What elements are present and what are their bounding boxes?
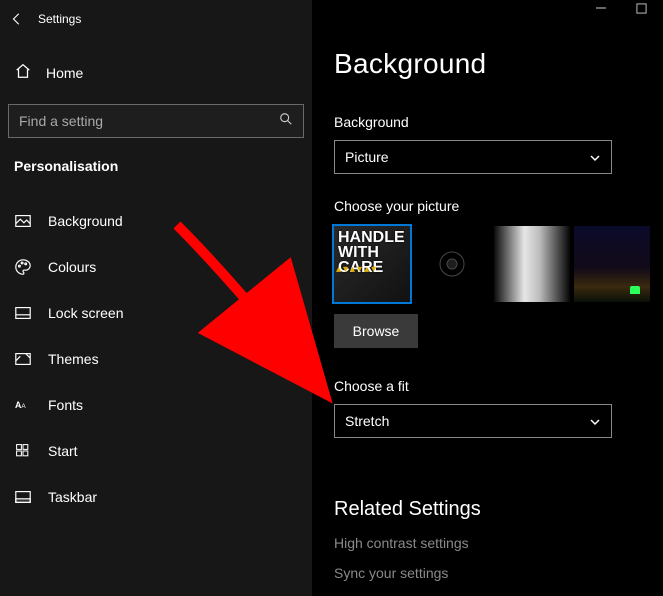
svg-text:A: A (21, 403, 26, 410)
themes-icon (14, 350, 32, 368)
home-icon (14, 62, 32, 85)
choose-picture-label: Choose your picture (334, 198, 663, 214)
lockscreen-icon (14, 304, 32, 322)
palette-icon (14, 258, 32, 276)
maximize-button[interactable] (635, 2, 647, 14)
nav-label: Lock screen (48, 305, 123, 321)
sidebar-item-taskbar[interactable]: Taskbar (0, 474, 312, 520)
select-value: Picture (345, 149, 389, 165)
window-controls (595, 2, 659, 14)
sidebar-item-start[interactable]: Start (0, 428, 312, 474)
sidebar-item-background[interactable]: Background (0, 198, 312, 244)
window-title: Settings (38, 12, 81, 26)
background-label: Background (334, 114, 663, 130)
sidebar: Settings Home Personalisation Background (0, 0, 312, 596)
nav-label: Fonts (48, 397, 83, 413)
sidebar-item-fonts[interactable]: AA Fonts (0, 382, 312, 428)
nav-label: Themes (48, 351, 99, 367)
taskbar-icon (14, 488, 32, 506)
nav-list: Background Colours Lock screen Themes AA… (0, 198, 312, 520)
page-title: Background (334, 48, 663, 80)
sidebar-item-themes[interactable]: Themes (0, 336, 312, 382)
chevron-down-icon (589, 415, 601, 427)
fit-select[interactable]: Stretch (334, 404, 612, 438)
titlebar: Settings (0, 2, 312, 36)
main-content: Background Background Picture Choose you… (312, 0, 663, 596)
minimize-button[interactable] (595, 2, 607, 14)
picture-thumbnail[interactable] (414, 226, 490, 302)
start-icon (14, 442, 32, 460)
related-link-sync[interactable]: Sync your settings (334, 565, 663, 581)
home-label: Home (46, 65, 83, 81)
picture-thumbnail[interactable]: HANDLEWITHCARE ▴▾▴▾▴▾ (334, 226, 410, 302)
sidebar-item-lockscreen[interactable]: Lock screen (0, 290, 312, 336)
browse-button[interactable]: Browse (334, 314, 418, 348)
picture-thumbnails: HANDLEWITHCARE ▴▾▴▾▴▾ (334, 226, 663, 302)
fonts-icon: AA (14, 396, 32, 414)
nav-label: Colours (48, 259, 96, 275)
category-header: Personalisation (0, 152, 312, 178)
related-link-contrast[interactable]: High contrast settings (334, 535, 663, 551)
picture-thumbnail[interactable] (574, 226, 650, 302)
chevron-down-icon (589, 151, 601, 163)
back-arrow-icon[interactable] (10, 12, 24, 26)
background-select[interactable]: Picture (334, 140, 612, 174)
sidebar-item-colours[interactable]: Colours (0, 244, 312, 290)
nav-label: Background (48, 213, 123, 229)
nav-label: Start (48, 443, 78, 459)
choose-fit-label: Choose a fit (334, 378, 663, 394)
search-input[interactable] (8, 104, 304, 138)
related-settings-title: Related Settings (334, 498, 663, 521)
nav-label: Taskbar (48, 489, 97, 505)
search-field[interactable] (19, 113, 279, 129)
select-value: Stretch (345, 413, 389, 429)
picture-icon (14, 212, 32, 230)
search-icon (279, 112, 293, 131)
picture-thumbnail[interactable] (494, 226, 570, 302)
home-nav[interactable]: Home (0, 52, 312, 94)
